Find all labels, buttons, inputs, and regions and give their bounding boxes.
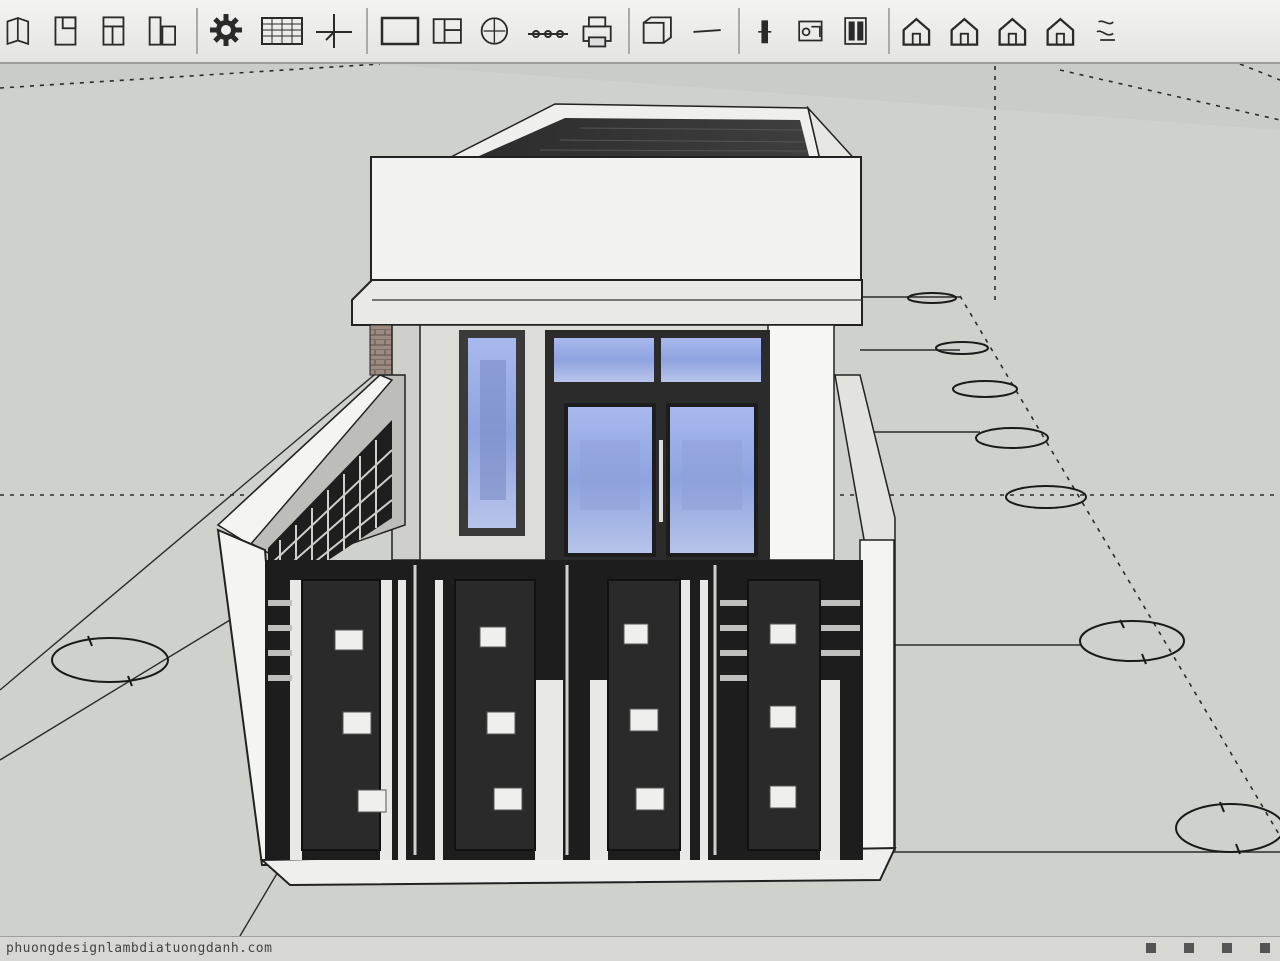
extension-tool-button[interactable] — [1089, 4, 1131, 58]
line-icon — [693, 29, 721, 33]
line-tool-button[interactable] — [685, 4, 731, 58]
floor-slab — [351, 279, 863, 326]
component-icon — [798, 20, 823, 42]
house-3-tool-button[interactable] — [993, 4, 1039, 58]
settings-tool-button[interactable] — [205, 4, 255, 58]
main-toolbar — [0, 0, 1280, 64]
front-view-tool-button[interactable] — [1, 4, 45, 58]
wall-icon — [54, 16, 77, 46]
right-pilaster — [859, 539, 895, 851]
component-tool-button[interactable] — [791, 4, 835, 58]
print-tool-button[interactable] — [575, 4, 621, 58]
door-panel-icon — [844, 17, 867, 45]
layers-tool-button[interactable] — [637, 4, 683, 58]
dimension-tool-button[interactable] — [523, 4, 573, 58]
toolbar-separator — [628, 8, 630, 54]
house-1-tool-button[interactable] — [897, 4, 943, 58]
status-indicator — [1260, 943, 1270, 953]
axes-tool-button[interactable] — [309, 4, 359, 58]
toolbar-separator — [196, 8, 198, 54]
status-indicators — [1146, 943, 1270, 953]
extension-icon — [1096, 20, 1115, 41]
roof-fascia — [370, 156, 862, 281]
door-handle — [659, 440, 663, 522]
wall-tool-button[interactable] — [47, 4, 93, 58]
house-icon — [902, 17, 931, 46]
door-icon — [102, 16, 125, 46]
house-icon — [998, 17, 1027, 46]
printer-icon — [582, 16, 612, 48]
rectangle-icon — [380, 16, 420, 46]
column-tool-button[interactable] — [747, 4, 789, 58]
model-canvas[interactable] — [0, 63, 1280, 937]
facade-wall-right — [767, 324, 835, 561]
status-indicator — [1146, 943, 1156, 953]
transom-left — [554, 338, 654, 382]
transom-right — [661, 338, 761, 382]
house-icon — [1046, 17, 1075, 46]
toolbar-separator — [738, 8, 740, 54]
dimension-icon — [528, 30, 568, 38]
spreadsheet-tool-button[interactable] — [257, 4, 307, 58]
panel-icon — [432, 18, 462, 44]
table-icon — [261, 17, 303, 45]
3d-viewport[interactable] — [0, 63, 1280, 937]
rectangle-tool-button[interactable] — [375, 4, 425, 58]
door-panel-tool-button[interactable] — [837, 4, 881, 58]
window-tool-button[interactable] — [143, 4, 189, 58]
front-view-icon — [6, 16, 30, 46]
toolbar-separator — [888, 8, 890, 54]
window-icon — [148, 16, 176, 46]
house-4-tool-button[interactable] — [1041, 4, 1087, 58]
door-tool-button[interactable] — [95, 4, 141, 58]
status-indicator — [1184, 943, 1194, 953]
toolbar-separator — [366, 8, 368, 54]
gear-icon — [210, 14, 242, 46]
brick-pillar — [369, 324, 393, 376]
house-icon — [950, 17, 979, 46]
circle-icon — [480, 17, 508, 45]
circle-tool-button[interactable] — [475, 4, 521, 58]
axes-icon — [316, 14, 352, 48]
layers-icon — [642, 16, 672, 44]
status-bar: phuongdesignlambdiatuongdanh.com — [0, 936, 1280, 961]
status-text: phuongdesignlambdiatuongdanh.com — [6, 941, 273, 956]
panel-tool-button[interactable] — [427, 4, 473, 58]
status-indicator — [1222, 943, 1232, 953]
column-icon — [758, 20, 772, 44]
house-2-tool-button[interactable] — [945, 4, 991, 58]
